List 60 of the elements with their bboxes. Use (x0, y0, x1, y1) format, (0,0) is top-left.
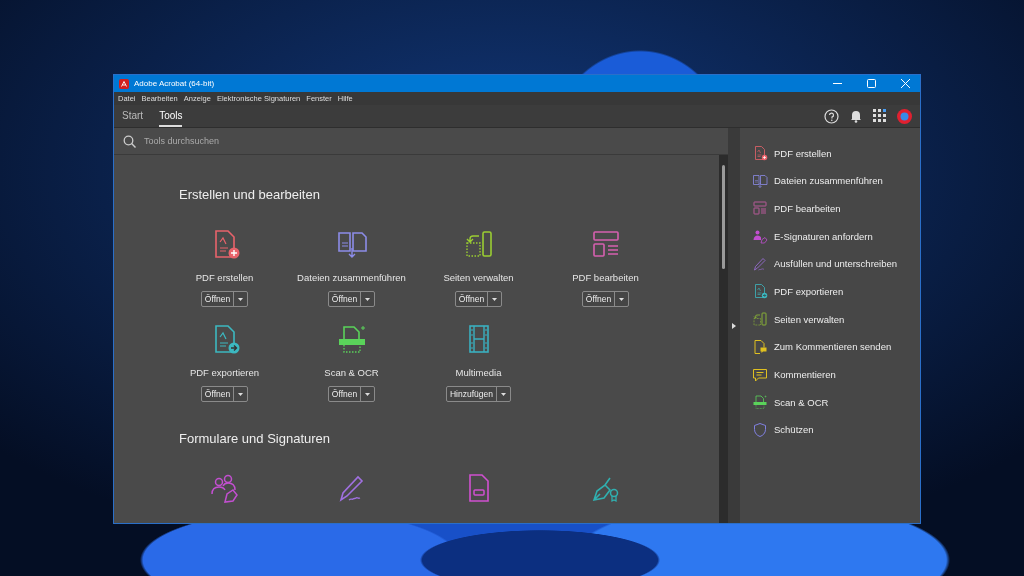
sidebar-item[interactable]: PDF bearbeiten (752, 199, 920, 218)
caret-icon[interactable] (238, 392, 244, 396)
section-heading: Formulare und Signaturen (179, 431, 332, 446)
caret-icon[interactable] (501, 392, 506, 396)
window-title: Adobe Acrobat (64-bit) (134, 79, 216, 88)
sidebar-item[interactable]: Zum Kommentieren senden (752, 337, 920, 356)
tool-label: Seiten verwalten (443, 272, 514, 283)
tab[interactable]: Tools (159, 105, 183, 127)
merge-documents-icon (752, 172, 768, 189)
sidebar-item[interactable]: E-Signaturen anfordern (752, 227, 920, 246)
tool-label: Multimedia (455, 367, 502, 378)
maximize-icon[interactable] (867, 79, 876, 88)
comment-icon (752, 366, 768, 383)
tool-label: Scan & OCR (324, 367, 379, 378)
split-button[interactable]: Öffnen (200, 291, 249, 307)
people-pen-icon (752, 228, 768, 245)
caret-icon[interactable] (365, 392, 371, 396)
people-pen-icon (208, 472, 241, 504)
pages-icon (752, 311, 768, 328)
sidebar-item[interactable]: Scan & OCR (752, 393, 920, 412)
app-logo-icon (119, 78, 129, 89)
shield-icon (752, 421, 768, 438)
tab[interactable]: Start (122, 105, 144, 127)
split-button[interactable]: Öffnen (327, 386, 376, 402)
split-button[interactable]: Öffnen (581, 291, 630, 307)
document-arrow-icon (752, 283, 768, 300)
apps-grid-icon[interactable] (873, 109, 887, 123)
split-button[interactable]: Hinzufügen (446, 386, 511, 402)
tool-label: PDF bearbeiten (572, 272, 639, 283)
caret-icon[interactable] (238, 297, 244, 301)
close-icon[interactable] (901, 79, 910, 88)
scanner-icon (752, 394, 768, 411)
split-button[interactable]: Öffnen (454, 291, 503, 307)
sidebar-item[interactable]: Kommentieren (752, 365, 920, 384)
sidebar-item[interactable]: PDF exportieren (752, 282, 920, 301)
tool-label: PDF erstellen (195, 272, 254, 283)
split-button[interactable]: Öffnen (327, 291, 376, 307)
expand-arrow-icon[interactable] (732, 322, 736, 329)
sidebar-item[interactable]: Schützen (752, 420, 920, 439)
sidebar-item[interactable]: PDF erstellen (752, 144, 920, 162)
sidebar-item[interactable]: Seiten verwalten (752, 310, 920, 329)
scrollbar[interactable] (719, 155, 728, 523)
document-comment-icon (752, 338, 768, 355)
help-icon[interactable] (824, 108, 839, 124)
caret-icon[interactable] (365, 297, 371, 301)
caret-icon[interactable] (492, 297, 498, 301)
tool-label: Dateien zusammenführen (297, 272, 406, 283)
search-field[interactable]: Tools durchsuchen (142, 135, 446, 147)
search-icon (123, 134, 136, 148)
caret-icon[interactable] (619, 297, 625, 301)
section-heading: Erstellen und bearbeiten (179, 187, 321, 202)
document-plus-icon (752, 145, 768, 161)
pen-signature-icon (752, 255, 768, 272)
sidebar-item[interactable]: Dateien zusammenführen (752, 171, 920, 190)
avatar-icon[interactable] (897, 108, 912, 124)
layout-icon (752, 200, 768, 217)
sidebar-item[interactable]: Ausfüllen und unterschreiben (752, 254, 920, 273)
split-button[interactable]: Öffnen (200, 386, 249, 402)
bell-icon[interactable] (849, 109, 863, 123)
tool-label: PDF exportieren (189, 367, 260, 378)
